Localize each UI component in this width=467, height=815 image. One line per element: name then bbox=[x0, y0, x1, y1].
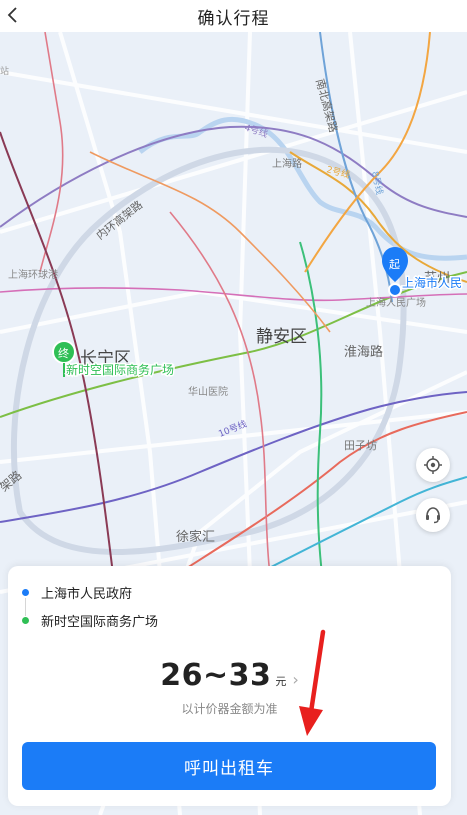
annotation-arrow-icon bbox=[299, 629, 326, 736]
destination-dot bbox=[22, 616, 29, 624]
place-label: 上海环球港 bbox=[8, 268, 58, 281]
road-label: 上海路 bbox=[272, 157, 302, 170]
place-label: 田子坊 bbox=[344, 438, 377, 452]
place-label: 徐家汇 bbox=[176, 529, 215, 545]
origin-row[interactable]: 上海市人民政府 bbox=[8, 582, 132, 602]
fare-note: 以计价器金额为准 bbox=[181, 702, 278, 716]
district-label: 静安区 bbox=[256, 327, 307, 347]
origin-dot bbox=[22, 588, 29, 596]
locate-button[interactable] bbox=[416, 448, 450, 482]
origin-text: 上海市人民政府 bbox=[41, 586, 133, 602]
place-label: 站 bbox=[0, 65, 9, 77]
start-marker-text: 上海市人民 bbox=[402, 275, 462, 290]
destination-row[interactable]: 新时空国际商务广场 bbox=[8, 610, 158, 630]
fare-amount: 26~33 bbox=[160, 658, 272, 693]
end-marker-text: 新时空国际商务广场 bbox=[66, 362, 174, 377]
fare-estimate[interactable]: 26~33 元 › bbox=[8, 658, 451, 693]
place-label: 上海人民广场 bbox=[366, 296, 426, 309]
place-label: 华山医院 bbox=[188, 385, 228, 398]
end-marker-label: 终 bbox=[58, 346, 69, 360]
headset-icon bbox=[426, 507, 440, 524]
fare-unit: 元 bbox=[275, 675, 287, 688]
call-taxi-button[interactable]: 呼叫出租车 bbox=[22, 742, 436, 790]
trip-card: 上海市人民政府 新时空国际商务广场 26~33 元 › 以计价器金额为准 呼叫出… bbox=[8, 566, 451, 806]
start-marker-label: 起 bbox=[389, 258, 400, 271]
road-label: 淮海路 bbox=[344, 344, 383, 360]
customer-service-button[interactable] bbox=[416, 498, 450, 532]
top-bar: 确认行程 bbox=[0, 0, 467, 32]
page-title: 确认行程 bbox=[197, 9, 270, 29]
locate-icon bbox=[424, 456, 442, 474]
destination-text: 新时空国际商务广场 bbox=[41, 614, 159, 630]
